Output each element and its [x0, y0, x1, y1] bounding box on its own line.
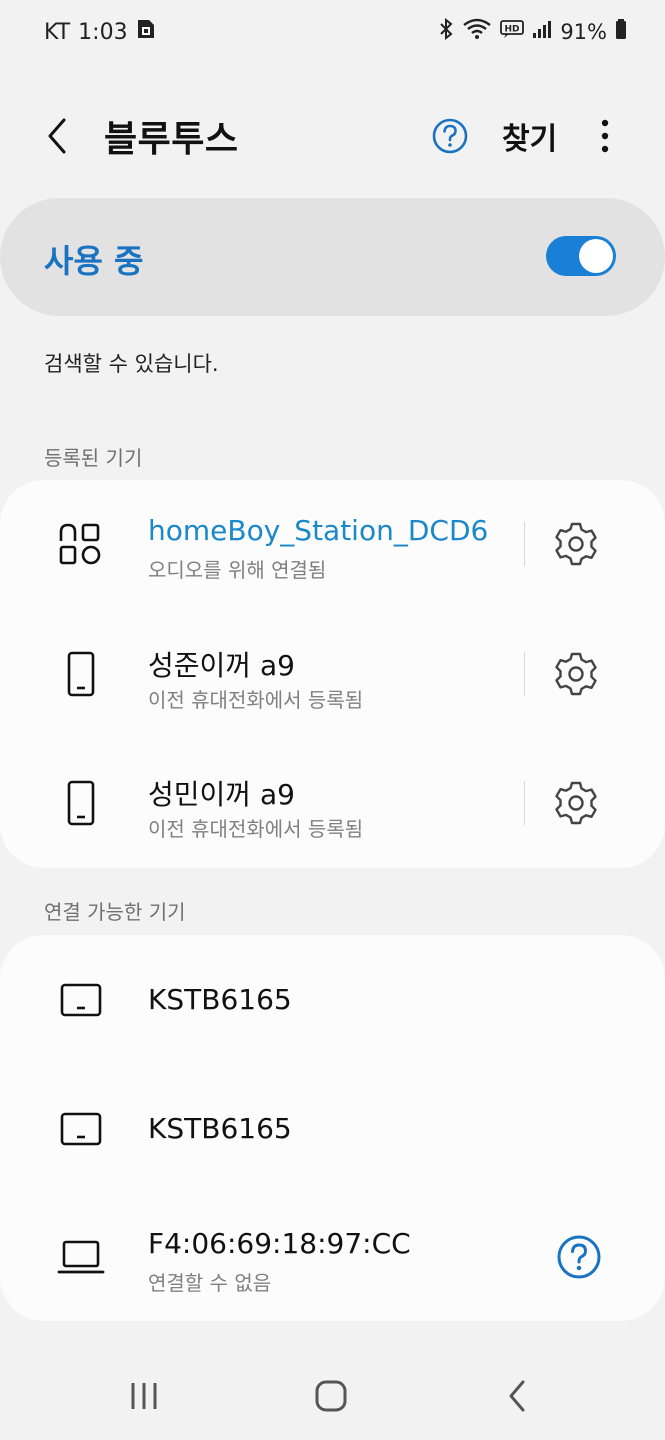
device-name: KSTB6165 [148, 983, 292, 1016]
laptop-icon [56, 1232, 106, 1282]
master-switch-label: 사용 중 [44, 242, 144, 280]
back-arrow-icon[interactable] [36, 114, 80, 158]
battery-percent: 91% [560, 19, 607, 44]
bluetooth-icon [438, 17, 454, 45]
status-bar: KT 1:03 HD 91% [0, 0, 665, 64]
svg-text:HD: HD [505, 25, 520, 35]
phone-icon [56, 778, 106, 828]
available-device-row[interactable]: F4:06:69:18:97:CC 연결할 수 없음 [0, 1193, 665, 1321]
device-name: homeBoy_Station_DCD6 [148, 514, 489, 547]
paired-device-row[interactable]: 성준이꺼 a9 이전 휴대전화에서 등록됨 [0, 610, 665, 738]
more-vert-icon[interactable] [588, 116, 622, 156]
home-icon[interactable] [309, 1378, 353, 1414]
gear-icon[interactable] [553, 521, 599, 567]
paired-device-row[interactable]: 성민이꺼 a9 이전 휴대전화에서 등록됨 [0, 739, 665, 867]
row-divider [524, 781, 525, 825]
device-name: 성준이꺼 a9 [148, 649, 295, 682]
recents-icon[interactable] [122, 1378, 166, 1414]
device-name: 성민이꺼 a9 [148, 778, 295, 811]
navigation-bar [0, 1352, 665, 1440]
battery-icon [615, 18, 627, 45]
device-name: KSTB6165 [148, 1112, 292, 1145]
tv-icon [56, 1104, 106, 1154]
toggle-knob [579, 239, 613, 273]
device-status: 연결할 수 없음 [148, 1271, 272, 1295]
device-name: F4:06:69:18:97:CC [148, 1227, 411, 1260]
hd-voice-icon: HD [500, 19, 525, 44]
gear-icon[interactable] [553, 651, 599, 697]
sim-card-icon [136, 18, 156, 46]
tv-icon [56, 975, 106, 1025]
available-devices-card: KSTB6165 KSTB6165 F4:06:69:18:97:CC 연결할 … [0, 935, 665, 1321]
paired-devices-header: 등록된 기기 [44, 446, 143, 470]
device-status: 이전 휴대전화에서 등록됨 [148, 817, 364, 841]
status-left: KT 1:03 [44, 18, 156, 46]
available-device-row[interactable]: KSTB6165 [0, 935, 665, 1063]
signal-icon [532, 19, 552, 44]
device-status: 오디오를 위해 연결됨 [148, 558, 327, 582]
help-circle-icon[interactable] [555, 1233, 603, 1281]
device-status: 이전 휴대전화에서 등록됨 [148, 688, 364, 712]
carrier-label: KT [44, 19, 71, 45]
bluetooth-master-switch-row[interactable]: 사용 중 [0, 198, 665, 316]
available-devices-header: 연결 가능한 기기 [44, 900, 186, 924]
clock: 1:03 [78, 19, 128, 45]
paired-device-row[interactable]: homeBoy_Station_DCD6 오디오를 위해 연결됨 [0, 480, 665, 608]
phone-icon [56, 649, 106, 699]
bluetooth-toggle[interactable] [546, 236, 616, 276]
paired-devices-card: homeBoy_Station_DCD6 오디오를 위해 연결됨 성준이꺼 a9… [0, 480, 665, 868]
row-divider [524, 522, 525, 566]
app-bar: 블루투스 찾기 [0, 96, 665, 186]
page-title: 블루투스 [104, 119, 239, 160]
smart-home-icon [56, 519, 106, 569]
wifi-icon [462, 18, 492, 45]
discoverable-info-text: 검색할 수 있습니다. [44, 352, 219, 376]
row-divider [524, 652, 525, 696]
bluetooth-settings-screen: KT 1:03 HD 91% 블루투스 찾기 사용 중 검색할 수 있습니다. … [0, 0, 665, 1440]
gear-icon[interactable] [553, 780, 599, 826]
status-right: HD 91% [438, 17, 627, 45]
available-device-row[interactable]: KSTB6165 [0, 1064, 665, 1192]
help-circle-icon[interactable] [430, 116, 470, 156]
scan-button[interactable]: 찾기 [502, 114, 557, 158]
nav-back-icon[interactable] [496, 1378, 540, 1414]
